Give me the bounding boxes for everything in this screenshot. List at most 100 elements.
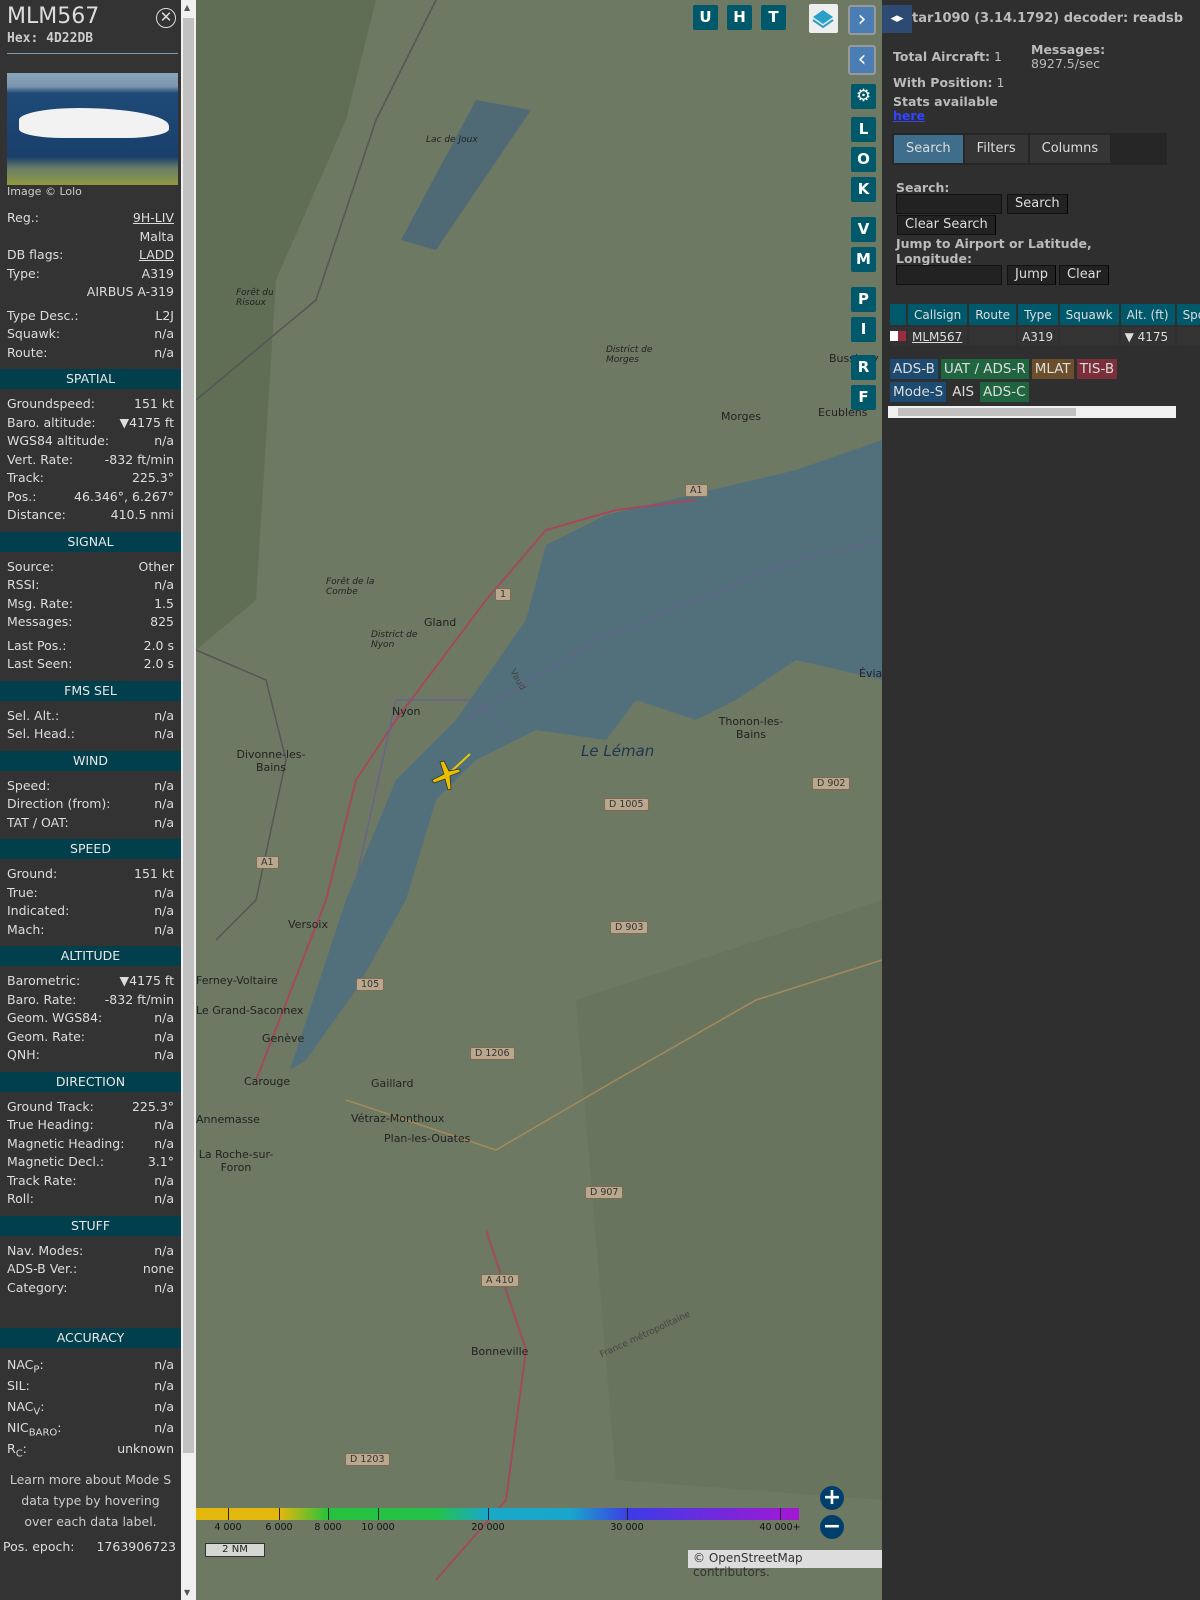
column-header-type[interactable]: Type: [1018, 304, 1058, 325]
column-header-spd[interactable]: Spd: [1176, 304, 1200, 325]
jump-button[interactable]: Jump: [1007, 265, 1056, 285]
detail-value: AIRBUS A-319: [86, 284, 174, 299]
detail-value: n/a: [154, 796, 174, 811]
callsign-link[interactable]: MLM567: [912, 330, 962, 344]
decoder-link[interactable]: readsb: [1133, 11, 1183, 26]
map-button-m[interactable]: M: [851, 247, 876, 272]
detail-label: Msg. Rate:: [7, 595, 74, 611]
detail-value: 2.0 s: [143, 637, 174, 653]
road-shield: A1: [685, 484, 708, 497]
layers-icon[interactable]: [809, 4, 838, 33]
map-button-f[interactable]: F: [851, 385, 876, 410]
detail-value: ▼4175 ft: [119, 414, 174, 430]
detail-label: Track Rate:: [7, 1172, 77, 1188]
detail-row: Type Desc.: L2J: [0, 307, 181, 326]
tab-filters[interactable]: Filters: [964, 135, 1028, 163]
detail-row: Indicated: n/a: [0, 902, 181, 921]
detail-label: Nav. Modes:: [7, 1242, 84, 1258]
messages-label: Messages:: [1031, 42, 1106, 57]
detail-label: Squawk:: [7, 326, 61, 341]
table-horizontal-scrollbar[interactable]: [888, 406, 1176, 418]
map-button-h[interactable]: H: [727, 5, 752, 30]
clear-search-button[interactable]: Clear Search: [897, 215, 996, 235]
detail-row: RSSI: n/a: [0, 576, 181, 595]
detail-label: QNH:: [7, 1047, 40, 1062]
map-button-i[interactable]: I: [851, 317, 876, 342]
messages-rate: 8927.5/sec: [1031, 56, 1101, 71]
column-header-callsign[interactable]: Callsign: [908, 304, 968, 325]
type-cell: A319: [1018, 327, 1058, 346]
detail-label: DB flags:: [7, 247, 64, 262]
map-button-v[interactable]: V: [851, 217, 876, 242]
detail-row: Ground Track: 225.3°: [0, 1098, 181, 1117]
detail-row: Sel. Head.: n/a: [0, 725, 181, 744]
place-label: Forêt du Risoux: [236, 288, 274, 308]
detail-row: Category: n/a: [0, 1279, 181, 1298]
aircraft-marker-icon[interactable]: [424, 752, 474, 802]
road-shield: A1: [256, 856, 279, 869]
aircraft-photo[interactable]: [7, 73, 178, 185]
pos-epoch-label: Pos. epoch:: [3, 1539, 75, 1554]
detail-value: n/a: [154, 1242, 174, 1258]
detail-scrollbar[interactable]: ▲ ▼: [181, 0, 196, 1600]
column-header-altft[interactable]: Alt. (ft): [1120, 304, 1175, 325]
legend-tick-label: 4 000: [214, 1522, 242, 1533]
place-label: District de Nyon: [371, 630, 418, 650]
detail-value: n/a: [154, 577, 174, 592]
section-header-stuff: STUFF: [0, 1215, 181, 1236]
section-header-signal: SIGNAL: [0, 531, 181, 552]
detail-row: ADS-B Ver.: none: [0, 1260, 181, 1279]
close-icon[interactable]: ✕: [156, 8, 176, 28]
map-button-k[interactable]: K: [851, 177, 876, 202]
place-label: Plan-les-Ouates: [384, 1132, 471, 1145]
column-header-route[interactable]: Route: [969, 304, 1017, 325]
column-header-squawk[interactable]: Squawk: [1059, 304, 1119, 325]
detail-value: n/a: [154, 1028, 174, 1044]
aircraft-row[interactable]: MLM567 A319 ▼ 4175: [890, 327, 1200, 346]
map-button-o[interactable]: O: [851, 147, 876, 172]
place-label: Forêt de la Combe: [326, 577, 375, 597]
map-button-p[interactable]: P: [851, 287, 876, 312]
tab-search[interactable]: Search: [894, 135, 963, 163]
stats-link[interactable]: here: [893, 108, 925, 123]
detail-link[interactable]: 9H-LIV: [133, 209, 174, 228]
sidebar-toggle-icon[interactable]: ◂▸: [882, 5, 912, 33]
detail-label: WGS84 altitude:: [7, 433, 110, 448]
place-label: Le Léman: [581, 742, 655, 760]
place-label: Genève: [262, 1032, 305, 1045]
tab-columns[interactable]: Columns: [1029, 135, 1111, 163]
detail-label: Indicated:: [7, 903, 70, 918]
map-button-l[interactable]: L: [851, 117, 876, 142]
detail-value: n/a: [154, 1135, 174, 1151]
detail-row: RC: unknown: [0, 1438, 181, 1460]
osm-link[interactable]: OpenStreetMap: [709, 1551, 803, 1565]
sidebar-tabs: Search Filters Columns: [892, 133, 1167, 165]
zoom-out-icon[interactable]: −: [820, 1515, 844, 1539]
map-button-t[interactable]: T: [761, 5, 786, 30]
settings-gear-icon[interactable]: ⚙: [851, 84, 876, 109]
column-header-flag[interactable]: [890, 304, 906, 325]
detail-row: WGS84 altitude: n/a: [0, 432, 181, 451]
place-label: Gland: [424, 616, 457, 629]
map-button-r[interactable]: R: [851, 355, 876, 380]
detail-label: Last Pos.:: [7, 637, 67, 653]
chevron-left-icon[interactable]: ‹: [848, 45, 876, 75]
detail-value: 225.3°: [131, 1098, 174, 1114]
road-shield: D 1203: [345, 1453, 390, 1466]
map[interactable]: Lac de Joux Forêt du Risoux District de Mo…: [196, 0, 882, 1600]
detail-label: NICBARO:: [7, 1420, 62, 1439]
section-header-altitude: ALTITUDE: [0, 946, 181, 966]
search-input[interactable]: [896, 194, 1002, 214]
search-button[interactable]: Search: [1007, 194, 1068, 214]
chevron-right-icon[interactable]: ›: [848, 5, 876, 35]
alt-cell: ▼ 4175: [1120, 327, 1175, 346]
callsign-cell[interactable]: MLM567: [908, 327, 968, 346]
clear-jump-button[interactable]: Clear: [1059, 265, 1109, 285]
map-button-u[interactable]: U: [693, 5, 718, 30]
jump-input[interactable]: [896, 265, 1002, 285]
tar1090-link[interactable]: tar1090: [912, 11, 970, 26]
zoom-in-icon[interactable]: +: [820, 1486, 844, 1510]
detail-link[interactable]: LADD: [139, 246, 174, 265]
section-header-accuracy: ACCURACY: [0, 1328, 181, 1348]
